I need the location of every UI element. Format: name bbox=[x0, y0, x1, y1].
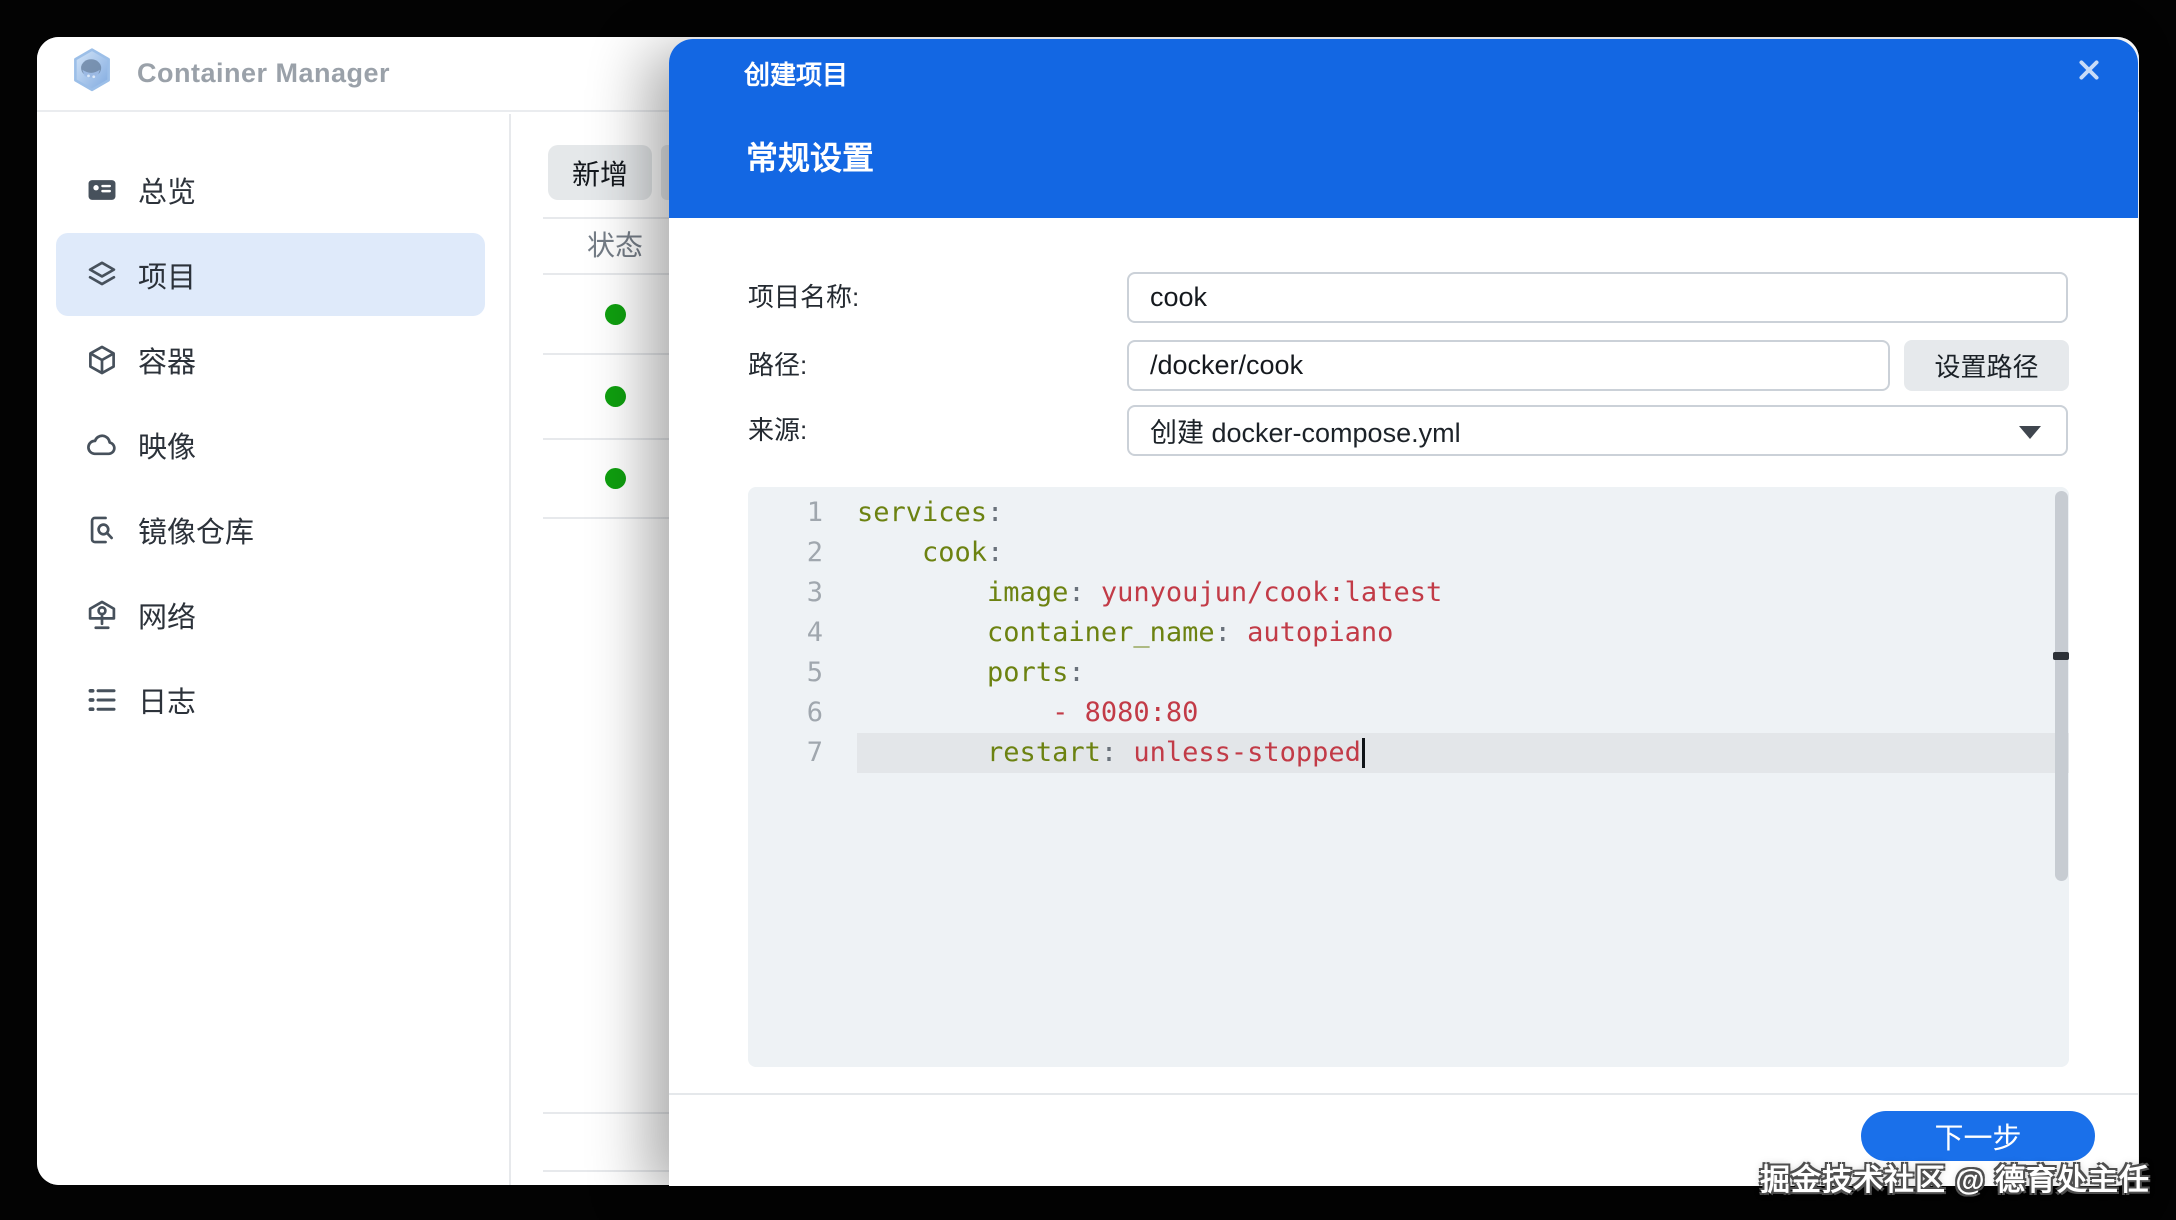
set-path-button[interactable]: 设置路径 bbox=[1904, 340, 2069, 391]
create-project-dialog: 创建项目 常规设置 项目名称: 路径: 设置路径 来源: 创建 docker-c… bbox=[669, 39, 2138, 1186]
dialog-section-title: 常规设置 bbox=[746, 140, 875, 176]
registry-search-doc-icon bbox=[85, 513, 119, 547]
line-number: 3 bbox=[806, 577, 823, 608]
text-cursor bbox=[1361, 738, 1365, 768]
line-number: 7 bbox=[806, 737, 823, 768]
sidebar: 总览 项目 容器 映像 镜像仓库 网络 日志 bbox=[37, 114, 511, 1185]
table-row[interactable] bbox=[543, 275, 669, 355]
chevron-down-icon bbox=[2019, 426, 2041, 439]
status-running-dot bbox=[605, 386, 626, 407]
table-row[interactable] bbox=[543, 440, 669, 519]
code-line[interactable]: 2 cook: bbox=[748, 533, 2069, 573]
dialog-title: 创建项目 bbox=[744, 60, 849, 90]
code-line[interactable]: 5 ports: bbox=[748, 653, 2069, 693]
path-label: 路径: bbox=[748, 350, 808, 380]
close-icon[interactable] bbox=[2076, 57, 2102, 83]
network-icon bbox=[85, 598, 119, 632]
project-name-label: 项目名称: bbox=[748, 282, 860, 312]
sidebar-item-label: 网络 bbox=[138, 601, 197, 634]
code-line[interactable]: 4 container_name: autopiano bbox=[748, 613, 2069, 653]
status-running-dot bbox=[605, 303, 626, 325]
line-number: 5 bbox=[806, 657, 823, 688]
status-column-header[interactable]: 状态 bbox=[543, 219, 669, 275]
overview-icon bbox=[85, 173, 119, 207]
line-number: 6 bbox=[806, 697, 823, 728]
table-row[interactable] bbox=[543, 355, 669, 440]
source-label: 来源: bbox=[748, 415, 808, 445]
code-line[interactable]: 3 image: yunyoujun/cook:latest bbox=[748, 573, 2069, 613]
code-editor-lines: 1 services: 2 cook: 3 image: yunyoujun/cook… bbox=[748, 493, 2069, 773]
sidebar-item-label: 镜像仓库 bbox=[138, 516, 255, 549]
dialog-header: 创建项目 常规设置 bbox=[669, 39, 2138, 218]
logs-list-icon bbox=[85, 683, 119, 717]
sidebar-item-label: 映像 bbox=[138, 431, 197, 464]
sidebar-item-containers[interactable]: 容器 bbox=[56, 318, 485, 401]
image-cloud-icon bbox=[85, 428, 119, 462]
add-project-button[interactable]: 新增 bbox=[548, 145, 652, 200]
sidebar-item-overview[interactable]: 总览 bbox=[56, 148, 485, 231]
source-selected-value: 创建 docker-compose.yml bbox=[1150, 418, 1461, 448]
status-running-dot bbox=[605, 468, 626, 489]
sidebar-item-images[interactable]: 映像 bbox=[56, 403, 485, 486]
path-input[interactable] bbox=[1127, 340, 1890, 391]
code-line[interactable]: 6 - 8080:80 bbox=[748, 693, 2069, 733]
watermark-text: 掘金技术社区 @ 德育处主任 bbox=[1760, 1164, 2150, 1197]
sidebar-item-registry[interactable]: 镜像仓库 bbox=[56, 488, 485, 571]
sidebar-item-projects[interactable]: 项目 bbox=[56, 233, 485, 316]
app-title: Container Manager bbox=[137, 58, 391, 88]
dialog-footer-divider bbox=[669, 1093, 2138, 1095]
project-name-input[interactable] bbox=[1127, 272, 2068, 323]
projects-table: 状态 bbox=[543, 217, 669, 1185]
container-cube-icon bbox=[85, 343, 119, 377]
sidebar-item-label: 日志 bbox=[138, 686, 197, 719]
code-line[interactable]: 1 services: bbox=[748, 493, 2069, 533]
scrollbar-cursor-marker bbox=[2053, 652, 2069, 660]
sidebar-item-label: 总览 bbox=[138, 176, 197, 209]
next-step-button[interactable]: 下一步 bbox=[1861, 1111, 2095, 1161]
table-row-divider bbox=[543, 1170, 669, 1172]
sidebar-item-label: 项目 bbox=[138, 261, 197, 294]
code-line[interactable]: 7 restart: unless-stopped bbox=[748, 733, 2069, 773]
source-select[interactable]: 创建 docker-compose.yml bbox=[1127, 405, 2068, 456]
line-number: 2 bbox=[806, 537, 823, 568]
projects-layers-icon bbox=[85, 258, 119, 292]
table-row-divider bbox=[543, 1112, 669, 1114]
sidebar-item-logs[interactable]: 日志 bbox=[56, 658, 485, 741]
line-number: 1 bbox=[806, 497, 823, 528]
compose-yaml-editor[interactable]: 1 services: 2 cook: 3 image: yunyoujun/cook… bbox=[748, 487, 2069, 1067]
sidebar-item-label: 容器 bbox=[138, 346, 197, 379]
line-number: 4 bbox=[806, 617, 823, 648]
partially-hidden-toolbar-button[interactable] bbox=[661, 145, 669, 200]
editor-scrollbar[interactable] bbox=[2055, 491, 2068, 881]
sidebar-item-network[interactable]: 网络 bbox=[56, 573, 485, 656]
container-manager-logo-icon bbox=[71, 47, 113, 95]
